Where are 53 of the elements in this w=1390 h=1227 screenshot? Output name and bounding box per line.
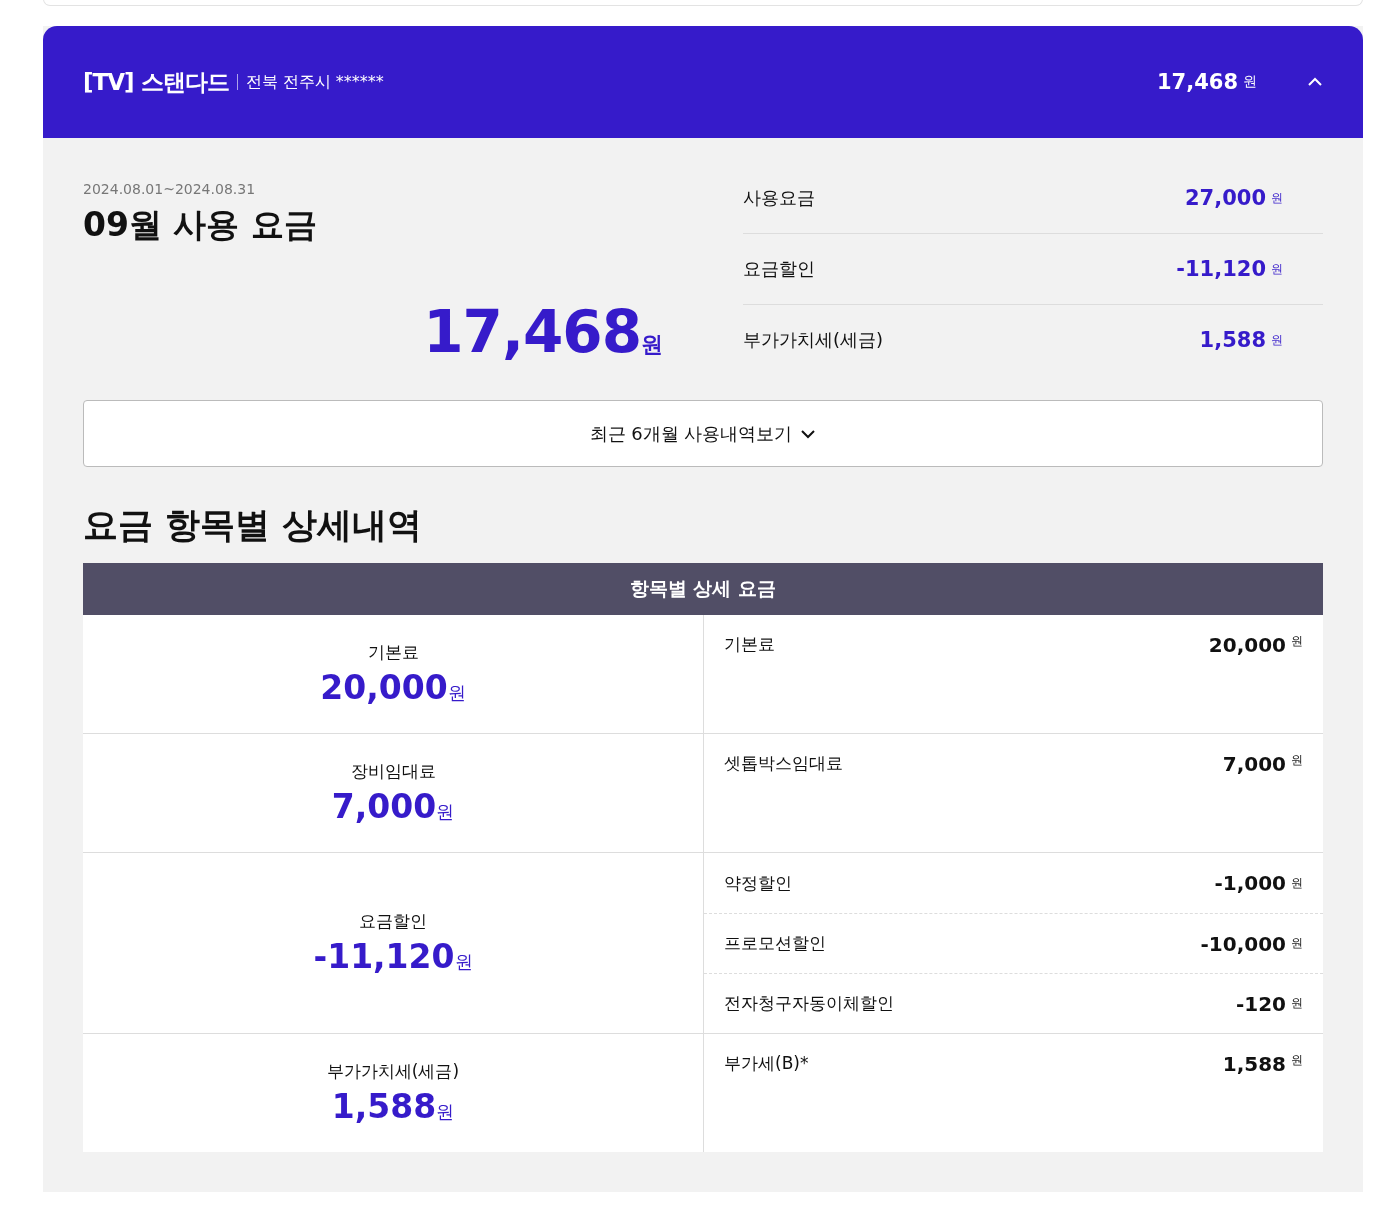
plan-address: 전북 전주시 ****** xyxy=(245,71,384,93)
item-label: 전자청구자동이체할인 xyxy=(724,992,894,1015)
plan-title: [TV] 스탠다드 xyxy=(83,67,229,97)
category-name: 장비임대료 xyxy=(350,760,436,783)
item-label: 셋톱박스임대료 xyxy=(724,752,843,775)
currency-unit: 원 xyxy=(1291,935,1303,952)
item-label: 프로모션할인 xyxy=(724,932,826,955)
charge-label: 사용요금 xyxy=(743,186,815,210)
history-button[interactable]: 최근 6개월 사용내역보기 xyxy=(83,400,1323,467)
charge-amount: -11,120 xyxy=(1176,257,1266,281)
item-amount: -120 xyxy=(1235,991,1286,1016)
currency-unit: 원 xyxy=(436,1100,455,1124)
category-name: 부가가치세(세금) xyxy=(326,1060,460,1083)
currency-unit: 원 xyxy=(1291,874,1303,892)
currency-unit: 원 xyxy=(641,331,663,359)
currency-unit: 원 xyxy=(1271,260,1283,278)
category-amount: 1,588 xyxy=(331,1087,437,1126)
category-name: 요금할인 xyxy=(359,910,427,933)
currency-unit: 원 xyxy=(1291,1052,1303,1069)
charge-label: 요금할인 xyxy=(743,257,815,281)
currency-unit: 원 xyxy=(454,950,473,974)
item-amount: -10,000 xyxy=(1200,931,1286,956)
currency-unit: 원 xyxy=(1291,995,1303,1012)
category-amount: -11,120 xyxy=(313,937,455,976)
header-total: 17,468 xyxy=(1156,70,1238,94)
charge-amount: 27,000 xyxy=(1184,186,1266,210)
section-title: 요금 항목별 상세내역 xyxy=(83,504,424,547)
category-name: 기본료 xyxy=(367,641,419,664)
item-label: 약정할인 xyxy=(724,871,792,895)
currency-unit: 원 xyxy=(1243,73,1257,91)
currency-unit: 원 xyxy=(436,800,455,824)
item-label: 기본료 xyxy=(724,633,775,656)
table-header: 항목별 상세 요금 xyxy=(83,563,1323,615)
total-amount: 17,468 xyxy=(423,298,641,366)
item-amount: -1,000 xyxy=(1214,871,1286,895)
item-amount: 7,000 xyxy=(1222,752,1286,776)
chevron-down-icon xyxy=(800,428,817,439)
item-amount: 1,588 xyxy=(1222,1052,1286,1076)
currency-unit: 원 xyxy=(447,681,466,705)
collapse-button[interactable] xyxy=(1307,77,1323,87)
currency-unit: 원 xyxy=(1271,331,1283,349)
category-amount: 7,000 xyxy=(331,787,437,826)
currency-unit: 원 xyxy=(1291,752,1303,769)
item-label: 부가세(B)* xyxy=(724,1052,809,1075)
charge-amount: 1,588 xyxy=(1199,328,1266,352)
chevron-up-icon xyxy=(1307,77,1323,87)
billing-period: 2024.08.01~2024.08.31 xyxy=(83,181,257,197)
charge-label: 부가가치세(세금) xyxy=(743,328,884,352)
item-amount: 20,000 xyxy=(1208,633,1286,657)
summary-title: 09월 사용 요금 xyxy=(83,204,317,246)
category-amount: 20,000 xyxy=(320,668,448,707)
currency-unit: 원 xyxy=(1271,189,1283,207)
currency-unit: 원 xyxy=(1291,633,1303,650)
